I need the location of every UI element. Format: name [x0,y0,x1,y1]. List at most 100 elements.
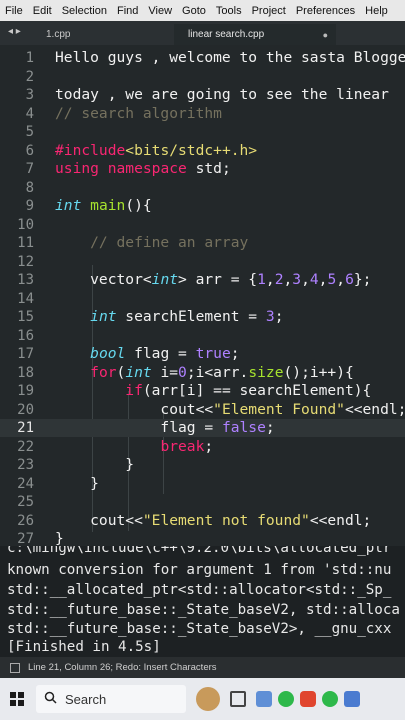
app-icon[interactable] [344,691,360,707]
code-text: for(int i=0;i<arr.size();i++){ [90,363,354,381]
line-number: 13 [17,272,34,288]
console-line: c:\mingw\include\c++\9.2.0\bits\allocate… [7,546,392,556]
menu-tools[interactable]: Tools [211,5,247,17]
menu-find[interactable]: Find [112,5,143,17]
panel-toggle-icon[interactable] [10,662,20,673]
line-number: 1 [25,50,34,66]
code-text: cout<<"Element not found"<<endl; [55,511,372,529]
search-icon [44,691,57,707]
whatsapp-icon[interactable] [322,691,338,707]
line-number: 5 [25,124,34,140]
line-number: 14 [17,290,34,307]
status-bar: Line 21, Column 26; Redo: Insert Charact… [0,657,405,678]
code-line[interactable]: 21 flag = false; [0,419,405,437]
widgets-icon[interactable] [196,687,220,711]
code-line[interactable]: 26 cout<<"Element not found"<<endl; [0,512,405,530]
windows-start-icon[interactable] [10,692,24,706]
line-number: 12 [17,253,34,270]
file-explorer-icon[interactable] [256,691,272,707]
line-number: 22 [17,438,34,455]
menu-goto[interactable]: Goto [177,5,211,17]
code-line[interactable]: 24 } [0,475,405,493]
code-line[interactable]: 25 [0,493,405,511]
line-number: 16 [17,327,34,344]
code-line[interactable]: 6 #include<bits/stdc++.h> [0,142,405,160]
console-line: std::__allocated_ptr<std::allocator<std:… [7,582,392,598]
code-line[interactable]: 16 [0,327,405,345]
tab-linear-search-cpp[interactable]: linear search.cpp ● [174,24,336,45]
brave-browser-icon[interactable] [300,691,316,707]
code-line[interactable]: 11 // define an array [0,234,405,252]
line-number: 3 [25,87,34,103]
code-line[interactable]: 27} [0,530,405,546]
menu-view[interactable]: View [143,5,177,17]
console-line: std::__future_base::_State_baseV2>, __gn… [7,621,392,637]
console-line: [Finished in 4.5s] [7,639,161,655]
menu-help[interactable]: Help [360,5,393,17]
code-line[interactable]: 4 // search algorithm [0,105,405,123]
code-text: cout<<"Element Found"<<endl; [55,400,405,418]
menu-project[interactable]: Project [247,5,291,17]
line-number: 19 [17,383,34,399]
tab-nav-arrows-icon[interactable]: ◂ ▸ [8,26,21,37]
line-number: 2 [25,68,34,85]
search-placeholder: Search [65,691,107,707]
line-number: 26 [17,512,34,529]
line-number: 11 [17,235,34,251]
code-line[interactable]: 17 bool flag = true; [0,345,405,363]
code-text: // define an array [55,234,249,251]
code-line[interactable]: 20 cout<<"Element Found"<<endl; [0,401,405,419]
console-line: std::__future_base::_State_baseV2, std::… [7,602,400,618]
line-number: 24 [17,475,34,492]
code-line[interactable]: 14 [0,290,405,308]
code-text: using namespace std; [55,160,231,177]
code-text: #include<bits/stdc++.h> [55,141,258,159]
code-text: vector<int> arr = {1,2,3,4,5,6}; [55,271,372,288]
menu-edit[interactable]: Edit [28,5,57,17]
line-number: 9 [25,198,34,214]
windows-taskbar: Search [0,678,405,720]
menu-selection[interactable]: Selection [57,5,112,17]
line-number: 4 [25,105,34,122]
whatsapp-icon[interactable] [278,691,294,707]
code-line[interactable]: 12 [0,253,405,271]
code-line[interactable]: 3 today , we are going to see the linear [0,86,405,104]
code-line[interactable]: 10 [0,216,405,234]
tab-1-cpp[interactable]: 1.cpp [36,24,174,45]
code-text: Hello guys , welcome to the sasta Blogge [55,49,405,66]
code-text: flag = false; [55,419,275,436]
code-line[interactable]: 13 vector<int> arr = {1,2,3,4,5,6}; [0,271,405,289]
code-line[interactable]: 9 int main(){ [0,197,405,215]
code-line[interactable]: 5 [0,123,405,141]
code-text: int searchElement = 3; [90,308,284,325]
menu-file[interactable]: File [0,5,28,17]
line-number: 7 [25,161,34,177]
code-text: break; [160,437,214,455]
code-line[interactable]: 18 for(int i=0;i<arr.size();i++){ [0,364,405,382]
code-editor[interactable]: 1 Hello guys , welcome to the sasta Blogg… [0,45,405,546]
code-text: if(arr[i] == searchElement){ [125,382,372,399]
code-line[interactable]: 2 [0,68,405,86]
code-line[interactable]: 1 Hello guys , welcome to the sasta Blogg… [0,49,405,67]
modified-dot-icon[interactable]: ● [323,30,328,40]
line-number: 8 [25,179,34,196]
code-line[interactable]: 19 if(arr[i] == searchElement){ [0,382,405,400]
menu-preferences[interactable]: Preferences [291,5,360,17]
code-line[interactable]: 22 break; [0,438,405,456]
code-text: int main(){ [55,197,152,214]
build-output-panel[interactable]: c:\mingw\include\c++\9.2.0\bits\allocate… [0,546,405,657]
line-number: 21 [17,420,34,436]
status-text: Line 21, Column 26; Redo: Insert Charact… [28,662,217,673]
code-line[interactable]: 8 [0,179,405,197]
task-view-icon[interactable] [230,691,246,707]
code-line[interactable]: 23 } [0,456,405,474]
tab-bar: ◂ ▸ 1.cpp linear search.cpp ● [0,21,405,45]
line-number: 27 [17,531,34,546]
code-line[interactable]: 15 int searchElement = 3; [0,308,405,326]
line-number: 23 [17,457,34,473]
line-number: 20 [17,401,34,418]
code-line[interactable]: 7 using namespace std; [0,160,405,178]
line-number: 18 [17,364,34,381]
tab-label: linear search.cpp [188,29,265,40]
taskbar-search-box[interactable]: Search [36,685,186,713]
